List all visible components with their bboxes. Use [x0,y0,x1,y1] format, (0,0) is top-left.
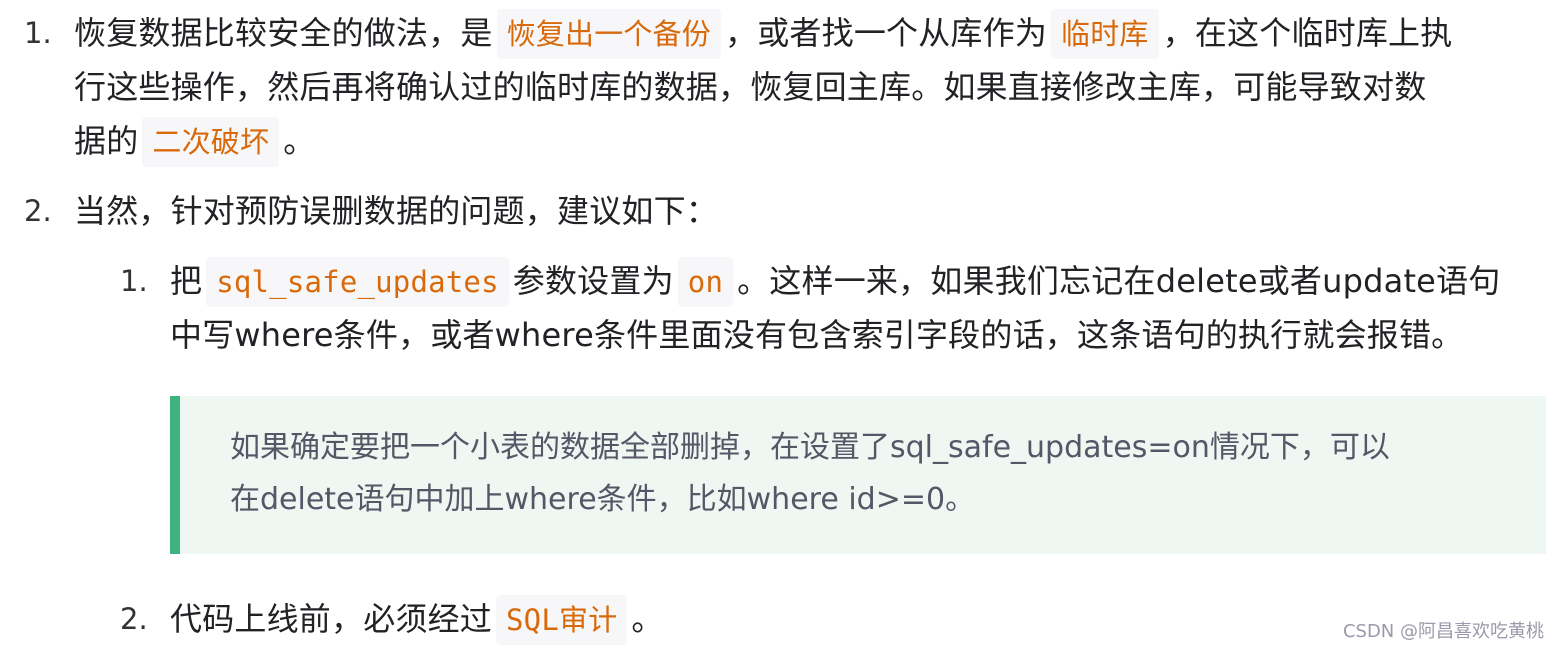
sublist-number-1: 1. [120,264,148,298]
inline-code-backup: 恢复出一个备份 [496,9,722,59]
inline-code-secondary-damage: 二次破坏 [142,117,280,167]
list-number-1: 1. [24,16,52,50]
quote-line: 在delete语句中加上where条件，比如where id>=0。 [230,482,976,517]
text-segment: 把 [170,262,203,300]
text-segment: 。这样一来，如果我们忘记在delete或者update语句 [737,262,1501,300]
paragraph-line: 中写where条件，或者where条件里面没有包含索引字段的话，这条语句的执行就… [170,316,1464,354]
paragraph-line: 行这些操作，然后再将确认过的临时库的数据，恢复回主库。如果直接修改主库，可能导致… [74,68,1427,106]
inline-code-on: on [677,257,734,307]
quote-line: 如果确定要把一个小表的数据全部删掉，在设置了sql_safe_updates=o… [230,430,1390,465]
watermark: CSDN @阿昌喜欢吃黄桃 [1342,621,1544,642]
text-segment: ，或者找一个从库作为 [725,14,1048,52]
text-segment: 。 [283,122,316,160]
sublist-item-1: 把 sql_safe_updates 参数设置为 on 。这样一来，如果我们忘记在del… [170,254,1500,362]
list-number-2: 2. [24,194,52,228]
inline-code-temp-db: 临时库 [1051,9,1159,59]
paragraph-line: 代码上线前，必须经过 SQL审计。 [170,592,664,646]
blockquote-text: 如果确定要把一个小表的数据全部删掉，在设置了sql_safe_updates=o… [230,422,1390,526]
sublist-number-2: 2. [120,602,148,636]
sublist-item-2: 代码上线前，必须经过 SQL审计。 [170,592,664,646]
list-item-2: 当然，针对预防误删数据的问题，建议如下： [74,184,718,238]
paragraph-line: 据的 二次破坏。 [74,114,1452,168]
paragraph-line: 当然，针对预防误删数据的问题，建议如下： [74,192,719,230]
paragraph-line: 把 sql_safe_updates 参数设置为 on 。这样一来，如果我们忘记在del… [170,254,1500,308]
text-segment: 。 [631,600,664,638]
text-segment: 恢复数据比较安全的做法，是 [74,14,493,52]
inline-code-sql-audit: SQL审计 [496,595,628,645]
inline-code-sql-safe-updates: sql_safe_updates [206,257,509,307]
list-item-1: 恢复数据比较安全的做法，是 恢复出一个备份 ，或者找一个从库作为 临时库 ，在这个临时库… [74,6,1452,168]
text-segment: 代码上线前，必须经过 [170,600,493,638]
text-segment: 参数设置为 [512,262,674,300]
blockquote: 如果确定要把一个小表的数据全部删掉，在设置了sql_safe_updates=o… [170,396,1546,554]
text-segment: 据的 [74,122,139,160]
text-segment: ，在这个临时库上执 [1162,14,1453,52]
paragraph-line: 恢复数据比较安全的做法，是 恢复出一个备份 ，或者找一个从库作为 临时库 ，在这个临时库… [74,6,1452,60]
